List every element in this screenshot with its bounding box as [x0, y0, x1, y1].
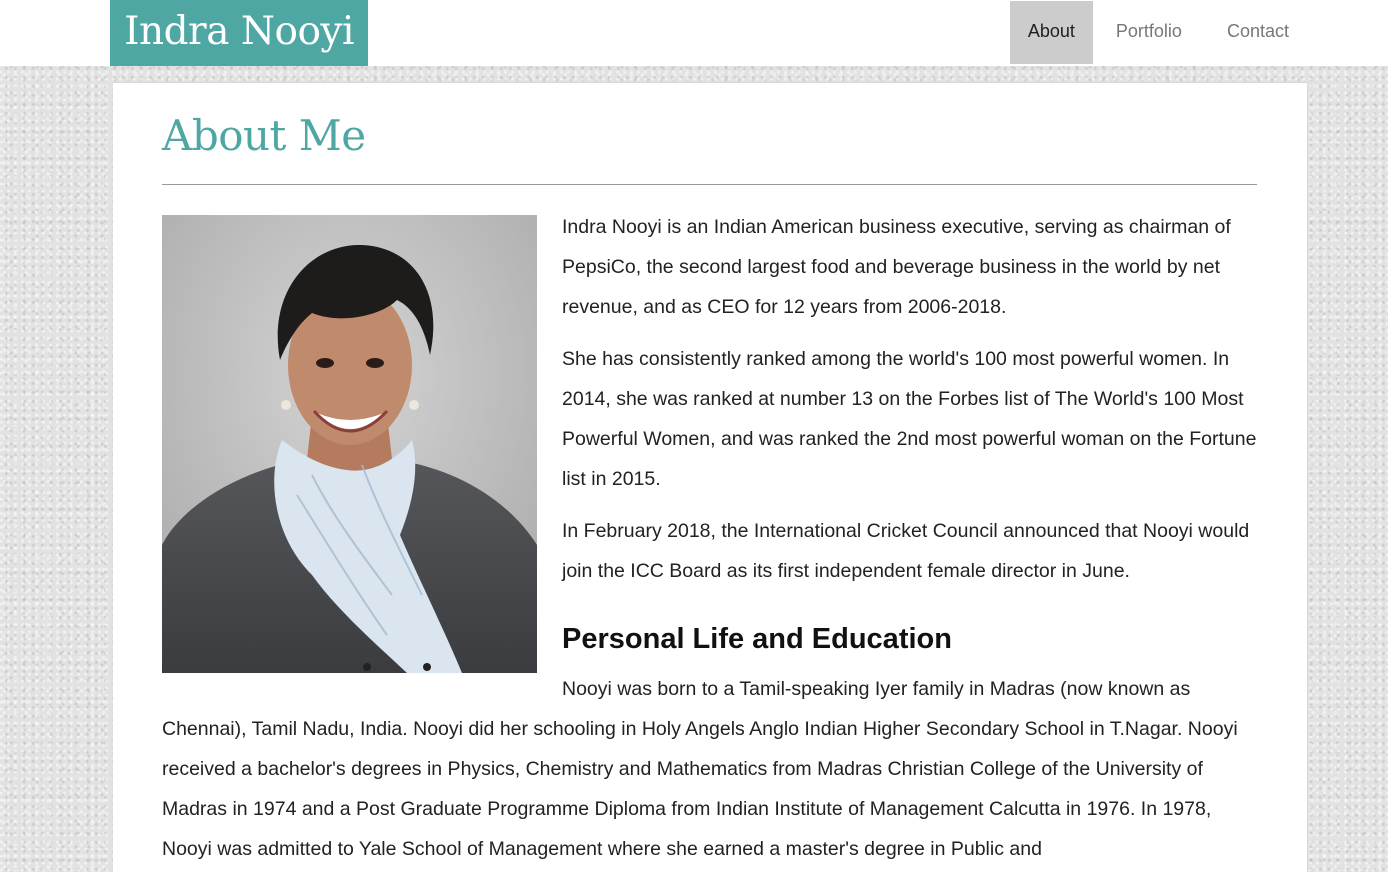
content-card: About Me Indra Nooyi is an Indian Americ…	[113, 83, 1307, 872]
title-divider	[162, 184, 1257, 185]
education-paragraph: Nooyi was born to a Tamil-speaking Iyer …	[162, 678, 1238, 860]
brand-logo[interactable]: Indra Nooyi	[110, 0, 368, 66]
nav-link-portfolio[interactable]: Portfolio	[1094, 1, 1204, 64]
nav-link-contact[interactable]: Contact	[1205, 1, 1311, 64]
portrait-image	[162, 215, 537, 673]
nav-link-about[interactable]: About	[1009, 1, 1093, 64]
top-navbar: Indra Nooyi About Portfolio Contact	[0, 0, 1388, 66]
page-title: About Me	[162, 111, 366, 160]
about-content: Indra Nooyi is an Indian American busine…	[162, 207, 1258, 872]
main-nav: About Portfolio Contact	[1009, 1, 1311, 64]
